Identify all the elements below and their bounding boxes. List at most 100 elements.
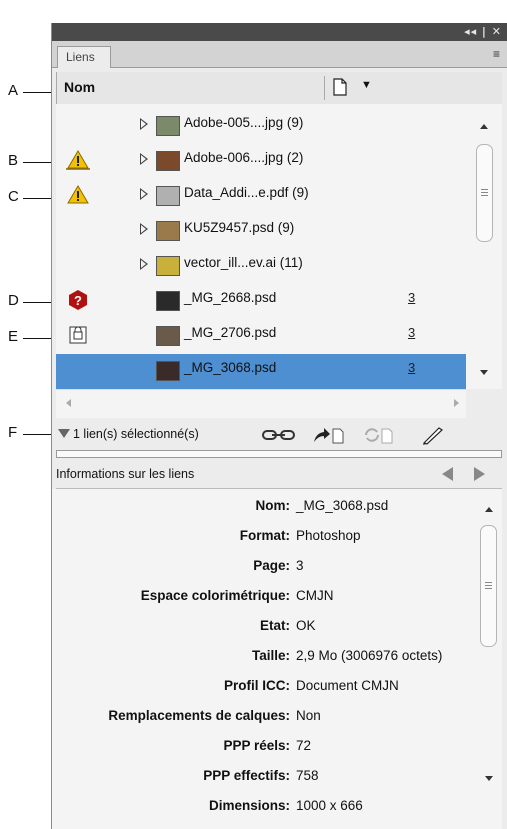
link-info-section: Nom: _MG_3068.psd Format: Photoshop Page: 3 Es… [52, 489, 476, 829]
info-row: Remplacements de calques: Non [52, 702, 476, 732]
grip-line [485, 582, 492, 583]
links-horizontal-scrollbar[interactable] [56, 389, 466, 418]
info-row: Page: 3 [52, 552, 476, 582]
link-thumbnail [156, 291, 180, 311]
missing-icon: ? [66, 289, 90, 311]
link-row[interactable]: Data_Addi...e.pdf (9) [56, 179, 466, 214]
next-link-icon[interactable] [474, 467, 485, 481]
link-row[interactable]: Adobe-006....jpg (2) [56, 144, 466, 179]
info-label: Page: [253, 558, 290, 573]
scroll-right-icon[interactable] [454, 399, 459, 407]
link-row[interactable]: _MG_2706.psd 3 [56, 319, 466, 354]
info-value: OK [296, 618, 316, 633]
callout-c: C [8, 188, 19, 205]
goto-link-icon[interactable] [312, 426, 344, 444]
column-header: Nom ▼ [56, 72, 502, 105]
info-value: Photoshop [296, 528, 361, 543]
info-value: 1000 x 666 [296, 798, 363, 813]
info-label: Etat: [260, 618, 290, 633]
info-row: Espace colorimétrique: CMJN [52, 582, 476, 612]
info-label: Taille: [251, 648, 290, 663]
link-info-title[interactable]: Informations sur les liens [56, 467, 194, 481]
info-label: Espace colorimétrique: [140, 588, 290, 603]
info-row: Nom: _MG_3068.psd [52, 492, 476, 522]
info-vertical-scrollbar[interactable] [476, 489, 502, 829]
selection-count: 1 lien(s) sélectionné(s) [73, 427, 199, 441]
info-value: 3 [296, 558, 304, 573]
scroll-down-icon[interactable] [485, 776, 493, 781]
tab-bar: Liens ≡ [52, 41, 507, 68]
expand-triangle-icon[interactable] [140, 153, 148, 165]
update-link-icon[interactable] [362, 426, 394, 444]
link-name: _MG_3068.psd [184, 360, 277, 375]
info-label: Dimensions: [208, 798, 290, 813]
link-name: Data_Addi...e.pdf (9) [184, 185, 309, 200]
embedded-icon [66, 324, 90, 346]
link-page-number[interactable]: 3 [408, 290, 415, 305]
grip-line [485, 585, 492, 586]
callout-d: D [8, 292, 19, 309]
info-label: Profil ICC: [224, 678, 290, 693]
link-thumbnail [156, 361, 180, 381]
link-thumbnail [156, 151, 180, 171]
links-list: Adobe-005....jpg (9) Adobe-006....jpg (2)… [56, 104, 466, 389]
info-row: Profil ICC: Document CMJN [52, 672, 476, 702]
link-page-number[interactable]: 3 [408, 360, 415, 375]
scroll-left-icon[interactable] [66, 399, 71, 407]
link-row[interactable]: ? _MG_2668.psd 3 [56, 284, 466, 319]
relink-icon[interactable] [262, 427, 296, 443]
expand-triangle-icon[interactable] [140, 188, 148, 200]
collapse-close-controls[interactable]: ◂◂ | ✕ [464, 25, 502, 38]
info-value: Document CMJN [296, 678, 399, 693]
callout-b: B [8, 152, 19, 169]
link-info-header: Informations sur les liens [56, 460, 502, 489]
scroll-down-icon[interactable] [480, 370, 488, 375]
expand-triangle-icon[interactable] [140, 223, 148, 235]
callout-e: E [8, 328, 19, 345]
panel-menu-icon[interactable]: ≡ [493, 47, 500, 61]
edit-original-icon[interactable] [421, 425, 445, 445]
link-thumbnail [156, 221, 180, 241]
link-thumbnail [156, 116, 180, 136]
info-value: 758 [296, 768, 319, 783]
page-column-icon[interactable] [333, 78, 347, 96]
warning-icon [66, 184, 90, 206]
chevron-down-icon[interactable]: ▼ [361, 79, 372, 91]
column-name-header[interactable]: Nom [64, 79, 95, 95]
scroll-thumb[interactable] [476, 144, 493, 242]
grip-line [481, 195, 488, 196]
link-thumbnail [156, 256, 180, 276]
disclosure-triangle-icon[interactable] [58, 429, 70, 438]
grip-line [481, 189, 488, 190]
grip-line [481, 192, 488, 193]
links-vertical-scrollbar[interactable] [466, 104, 502, 389]
expand-triangle-icon[interactable] [140, 258, 148, 270]
link-name: Adobe-005....jpg (9) [184, 115, 304, 130]
info-label: Remplacements de calques: [108, 708, 290, 723]
link-name: Adobe-006....jpg (2) [184, 150, 304, 165]
info-value: 72 [296, 738, 312, 753]
scroll-thumb[interactable] [480, 525, 497, 647]
panel-splitter[interactable] [56, 450, 502, 458]
link-thumbnail [156, 186, 180, 206]
link-name: _MG_2668.psd [184, 290, 277, 305]
info-label: PPP réels: [223, 738, 290, 753]
link-row[interactable]: vector_ill...ev.ai (11) [56, 249, 466, 284]
link-page-number[interactable]: 3 [408, 325, 415, 340]
info-row: Format: Photoshop [52, 522, 476, 552]
info-row: PPP réels: 72 [52, 732, 476, 762]
info-row: Etat: OK [52, 612, 476, 642]
previous-link-icon[interactable] [442, 467, 453, 481]
link-row[interactable]: KU5Z9457.psd (9) [56, 214, 466, 249]
tab-liens[interactable]: Liens [57, 46, 111, 68]
expand-triangle-icon[interactable] [140, 118, 148, 130]
callout-a: A [8, 82, 19, 99]
scroll-up-icon[interactable] [480, 124, 488, 129]
link-row[interactable]: _MG_3068.psd 3 [56, 354, 466, 389]
column-divider [324, 76, 325, 100]
column-divider [56, 72, 57, 104]
link-row[interactable]: Adobe-005....jpg (9) [56, 109, 466, 144]
scroll-up-icon[interactable] [485, 507, 493, 512]
info-value: Non [296, 708, 321, 723]
svg-text:?: ? [74, 293, 82, 308]
